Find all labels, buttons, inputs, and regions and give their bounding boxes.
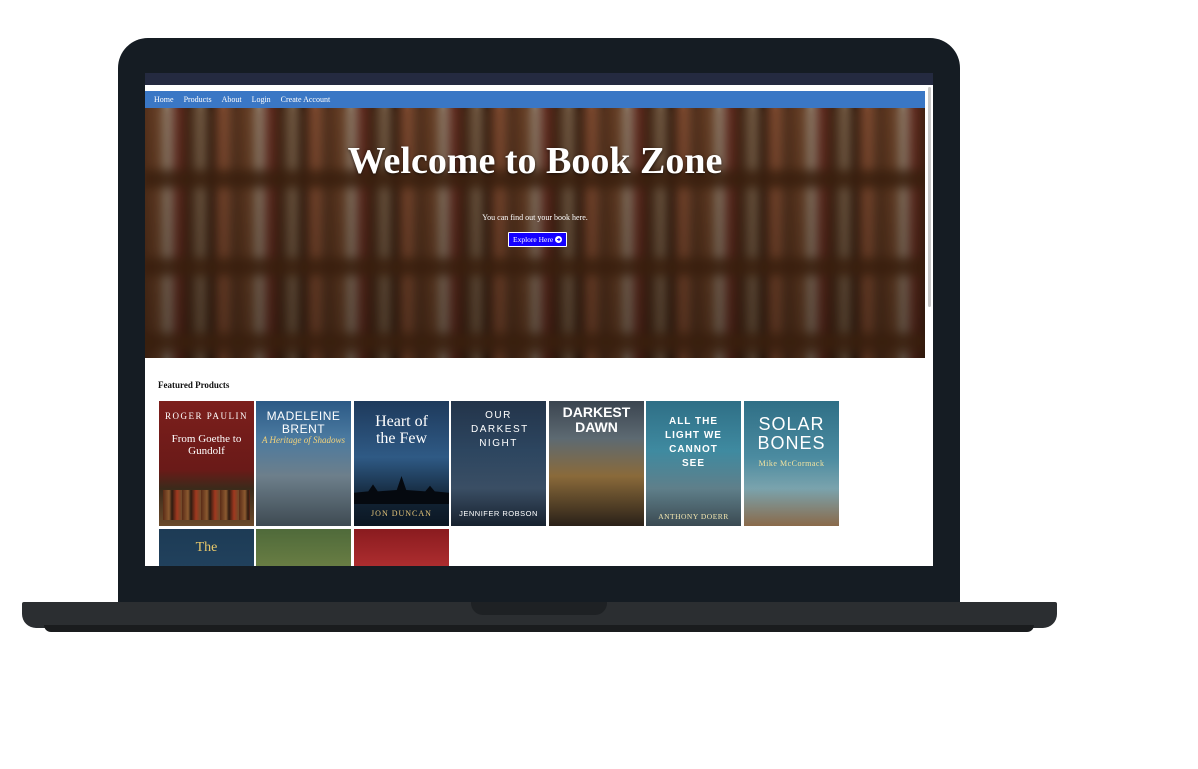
book-card[interactable] bbox=[354, 529, 449, 566]
hero-subtitle: You can find out your book here. bbox=[482, 213, 588, 222]
book-author: ANTHONY DOERR bbox=[658, 512, 729, 521]
book-author: ROGER PAULIN bbox=[165, 411, 248, 421]
book-title: Heart of the Few bbox=[375, 413, 428, 447]
book-card[interactable]: SOLAR BONES Mike McCormack bbox=[744, 401, 839, 526]
book-card[interactable]: ALL THE LIGHT WE CANNOT SEE ANTHONY DOER… bbox=[646, 401, 741, 526]
hero-title: Welcome to Book Zone bbox=[347, 140, 723, 182]
explore-button-label: Explore Here bbox=[513, 235, 554, 244]
arrow-circle-right-icon bbox=[555, 236, 563, 243]
nav-about[interactable]: About bbox=[222, 95, 242, 104]
book-title: DARKEST DAWN bbox=[562, 404, 631, 435]
book-title: From Goethe to Gundolf bbox=[171, 433, 242, 457]
navbar: Home Products About Login Create Account bbox=[145, 91, 925, 108]
skyline-art bbox=[354, 476, 449, 504]
book-card[interactable]: DARKEST DAWN bbox=[549, 401, 644, 526]
nav-create-account[interactable]: Create Account bbox=[281, 95, 331, 104]
nav-login[interactable]: Login bbox=[252, 95, 271, 104]
book-author: Mike McCormack bbox=[758, 459, 825, 468]
book-title: OUR DARKEST NIGHT bbox=[471, 410, 529, 449]
page-scrollbar[interactable] bbox=[928, 87, 931, 307]
explore-button[interactable]: Explore Here bbox=[508, 232, 568, 247]
book-card[interactable]: Heart of the Few JON DUNCAN bbox=[354, 401, 449, 526]
book-card[interactable] bbox=[256, 529, 351, 566]
book-card[interactable]: MADELEINE BRENT A Heritage of Shadows bbox=[256, 401, 351, 526]
book-author: JON DUNCAN bbox=[371, 509, 432, 518]
book-author: MADELEINE BRENT bbox=[266, 409, 341, 436]
nav-products[interactable]: Products bbox=[184, 95, 212, 104]
book-title: ALL THE LIGHT WE CANNOT SEE bbox=[665, 416, 722, 469]
book-card[interactable]: The bbox=[159, 529, 254, 566]
book-title: A Heritage of Shadows bbox=[261, 435, 346, 445]
laptop-base-shadow bbox=[44, 625, 1034, 632]
book-author: JENNIFER ROBSON bbox=[459, 509, 538, 518]
laptop-notch bbox=[471, 602, 607, 615]
book-title: The bbox=[195, 540, 218, 555]
screen-top-bar bbox=[145, 73, 933, 85]
book-card[interactable]: ROGER PAULIN From Goethe to Gundolf bbox=[159, 401, 254, 526]
laptop-screen: Home Products About Login Create Account… bbox=[145, 73, 933, 566]
hero-banner: Welcome to Book Zone You can find out yo… bbox=[145, 108, 925, 358]
book-card[interactable]: OUR DARKEST NIGHT JENNIFER ROBSON bbox=[451, 401, 546, 526]
nav-home[interactable]: Home bbox=[154, 95, 174, 104]
book-title: SOLAR BONES bbox=[757, 414, 826, 453]
book-cover-art bbox=[163, 490, 250, 520]
featured-heading: Featured Products bbox=[158, 380, 230, 390]
